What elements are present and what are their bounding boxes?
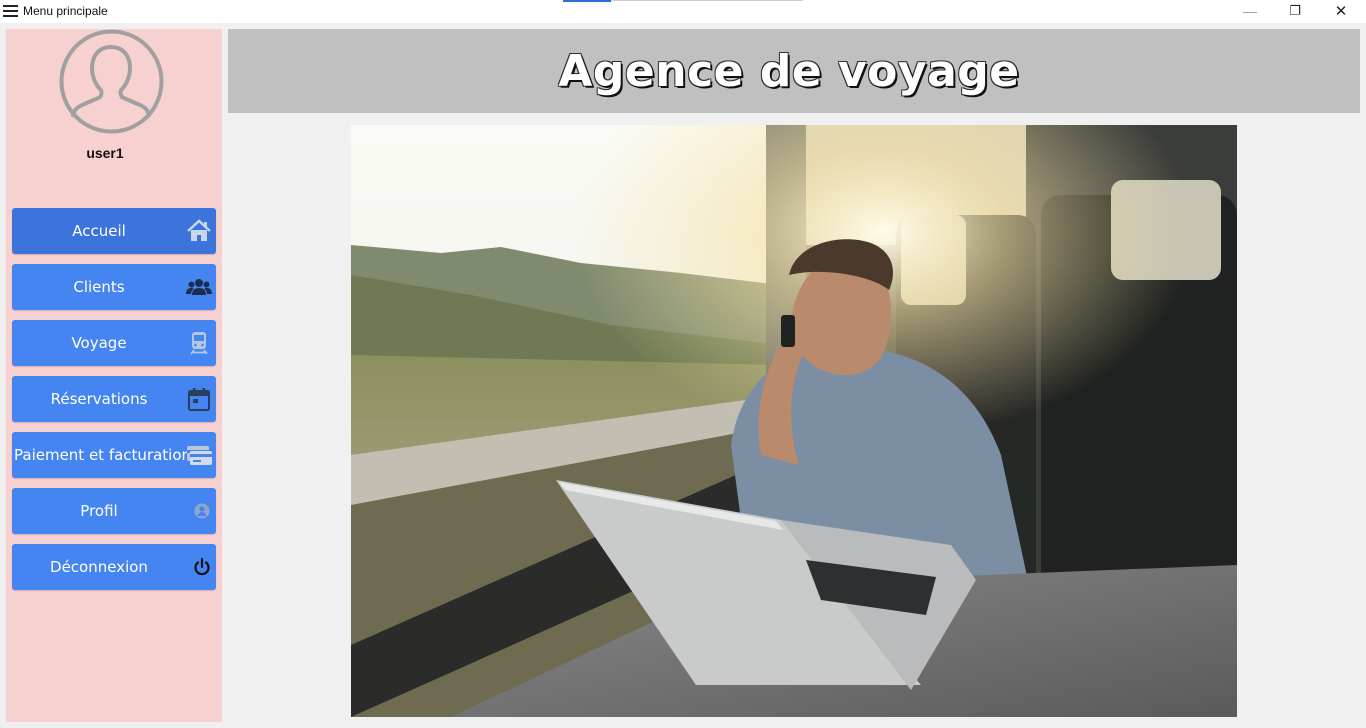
nav-label: Voyage	[71, 334, 127, 352]
train-icon	[186, 330, 212, 356]
calendar-icon	[186, 386, 212, 412]
power-icon	[186, 554, 212, 580]
window-title: Menu principale	[23, 4, 108, 18]
nav-deconnexion-button[interactable]: Déconnexion	[12, 544, 216, 590]
nav-reservations-button[interactable]: Réservations	[12, 376, 216, 422]
nav-label: Paiement et facturation	[14, 446, 192, 464]
username-label: user1	[86, 145, 124, 161]
nav-profil-button[interactable]: Profil	[12, 488, 216, 534]
nav-accueil-button[interactable]: Accueil	[12, 208, 216, 254]
nav-label: Clients	[73, 278, 125, 296]
title-bar-divider	[611, 0, 803, 1]
users-icon	[186, 274, 212, 300]
nav-paiement-button[interactable]: Paiement et facturation	[12, 432, 216, 478]
nav-label: Accueil	[72, 222, 126, 240]
sidebar: user1 Accueil Clients Voyage Réservation…	[6, 29, 222, 722]
home-icon	[186, 218, 212, 244]
title-bar-accent	[563, 0, 611, 2]
nav-voyage-button[interactable]: Voyage	[12, 320, 216, 366]
minimize-button[interactable]: —	[1227, 0, 1273, 22]
hero-image	[351, 125, 1237, 717]
hamburger-menu-icon[interactable]	[3, 5, 18, 17]
nav-label: Déconnexion	[50, 558, 148, 576]
nav-label: Profil	[80, 502, 118, 520]
close-button[interactable]: ✕	[1318, 0, 1364, 22]
page-title: Agence de voyage	[558, 45, 1020, 97]
user-circle-icon	[186, 498, 212, 524]
title-bar: Menu principale — ❐ ✕	[0, 0, 1366, 23]
restore-button[interactable]: ❐	[1272, 0, 1318, 22]
header-banner: Agence de voyage	[228, 29, 1360, 113]
credit-card-icon	[186, 442, 212, 468]
nav-label: Réservations	[50, 390, 148, 408]
user-silhouette-icon	[59, 29, 164, 134]
nav-clients-button[interactable]: Clients	[12, 264, 216, 310]
